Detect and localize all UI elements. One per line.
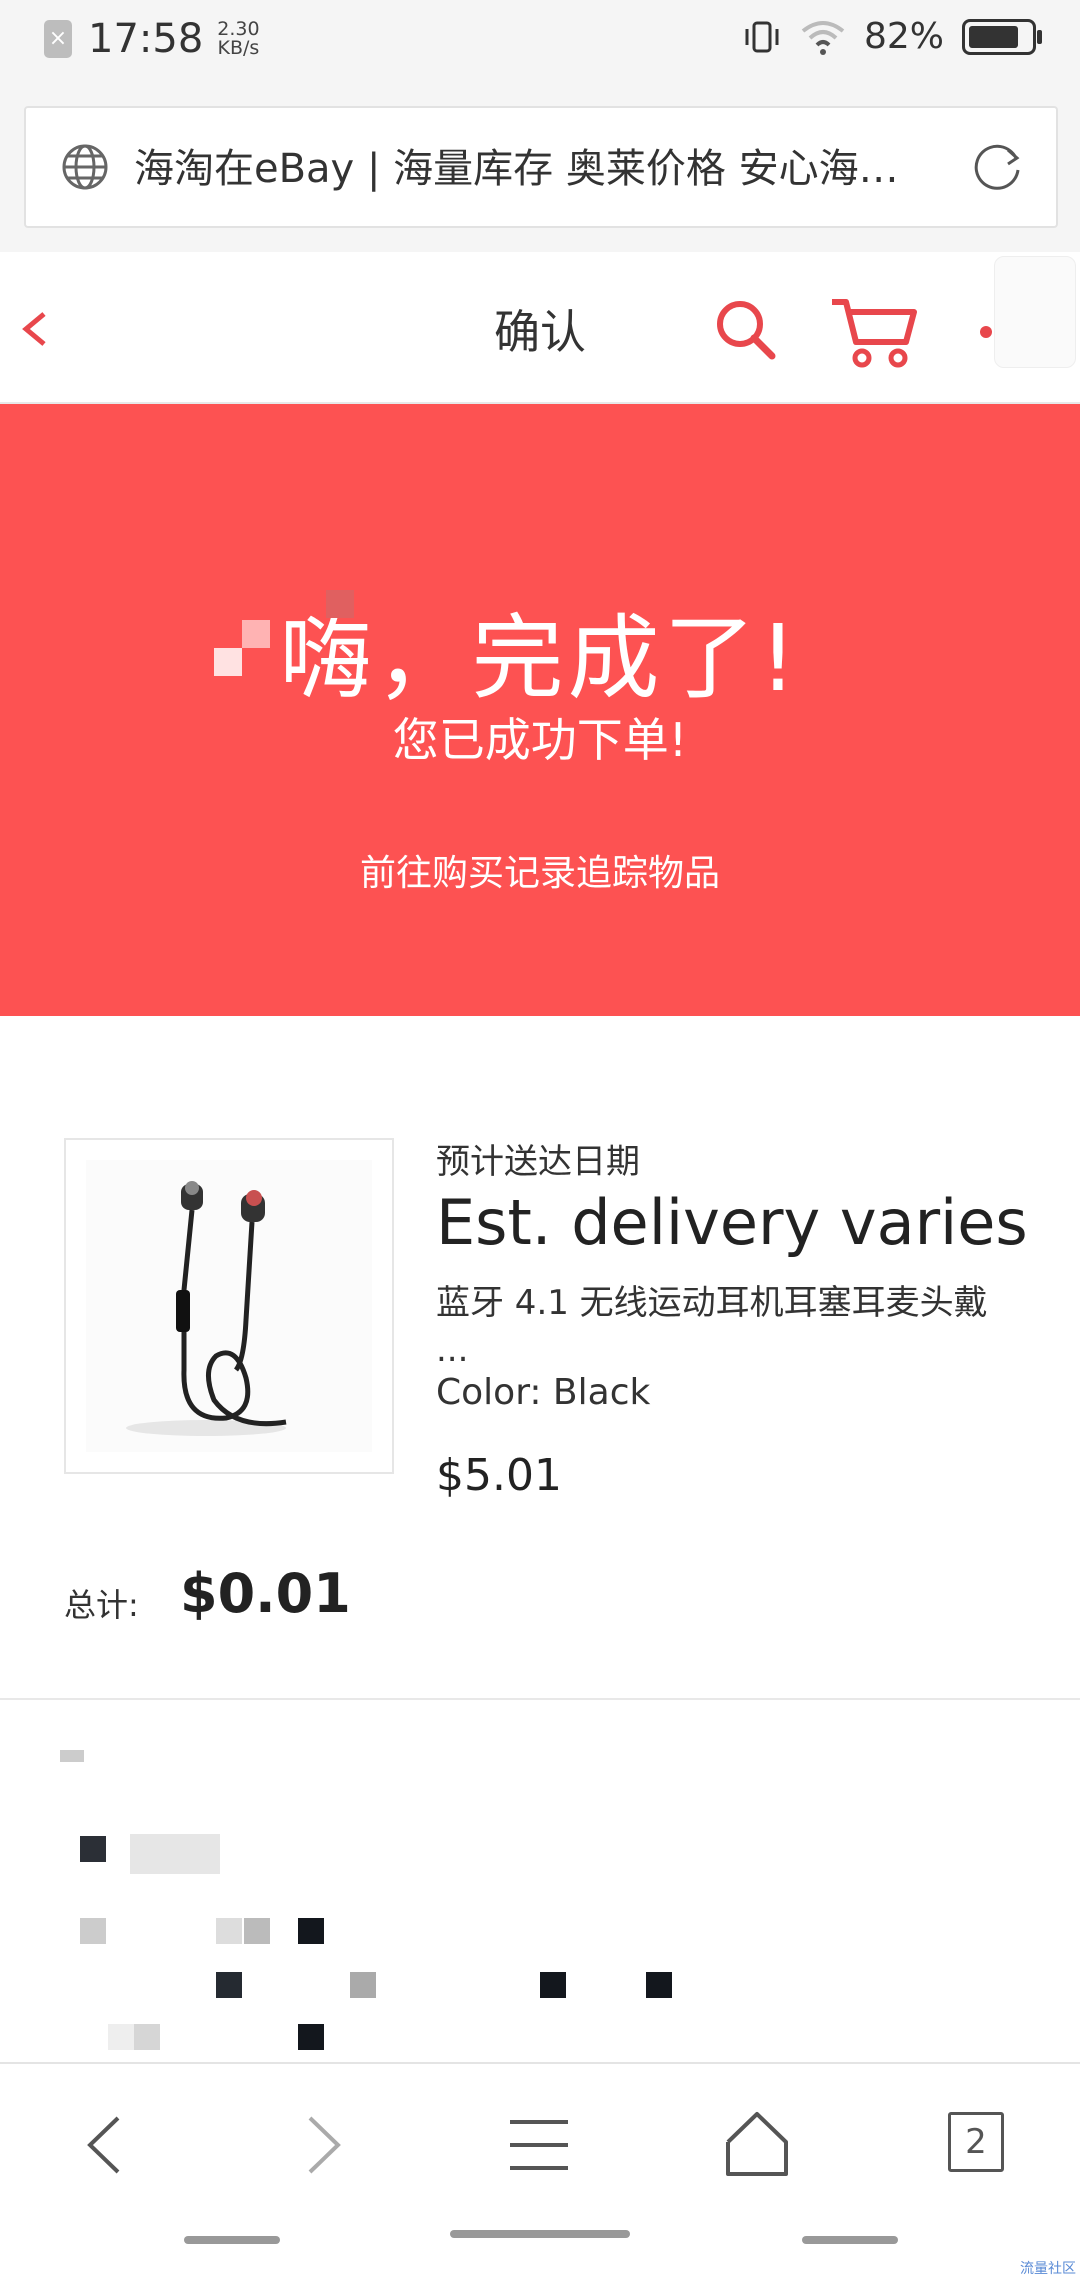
hero-title: 嗨，完成了!	[279, 605, 801, 712]
cart-icon[interactable]	[828, 296, 918, 368]
status-right: 82%	[742, 16, 1042, 57]
network-speed: 2.30 KB/s	[217, 20, 259, 58]
menu-icon[interactable]	[494, 2100, 584, 2190]
browser-nav-bar: 2	[0, 2062, 1080, 2282]
home-icon[interactable]	[712, 2100, 802, 2190]
product-title[interactable]: 蓝牙 4.1 无线运动耳机耳塞耳麦头戴	[436, 1280, 1036, 1326]
nav-back-icon[interactable]	[60, 2100, 150, 2190]
browser-bar: 海淘在eBay | 海量库存 奥莱价格 安心海…	[0, 90, 1080, 252]
total-label: 总计:	[64, 1586, 139, 1624]
product-title-ellipsis: ...	[436, 1330, 469, 1370]
redaction-mosaic	[214, 590, 354, 700]
no-sim-icon: ×	[44, 20, 72, 58]
globe-icon	[62, 144, 108, 190]
purchase-history-link[interactable]: 前往购买记录追踪物品	[0, 844, 1080, 896]
tabs-button[interactable]: 2	[948, 2112, 1004, 2172]
page-title-url[interactable]: 海淘在eBay | 海量库存 奥莱价格 安心海…	[134, 136, 944, 194]
battery-icon	[962, 18, 1042, 55]
address-bar[interactable]: 海淘在eBay | 海量库存 奥莱价格 安心海…	[24, 106, 1058, 228]
scroll-handle[interactable]	[994, 256, 1076, 368]
status-left: × 17:58 2.30 KB/s	[44, 16, 260, 62]
search-icon[interactable]	[712, 296, 778, 362]
section-divider	[0, 1698, 1080, 1700]
vibrate-icon	[745, 21, 779, 52]
app-header: 确认	[0, 252, 1080, 404]
delivery-value: Est. delivery varies	[436, 1186, 1028, 1259]
total-value: $0.01	[180, 1562, 351, 1625]
nav-forward-icon[interactable]	[278, 2100, 368, 2190]
product-price: $5.01	[436, 1450, 562, 1501]
status-bar: × 17:58 2.30 KB/s 82%	[0, 0, 1080, 90]
product-color: Color: Black	[436, 1372, 651, 1413]
gesture-bar-center[interactable]	[450, 2230, 630, 2238]
status-time: 17:58	[88, 16, 204, 62]
hero-subtitle: 您已成功下单!	[392, 713, 688, 767]
gesture-bar-left	[184, 2236, 280, 2244]
battery-percent: 82%	[863, 16, 944, 57]
product-image[interactable]	[64, 1138, 394, 1474]
gesture-bar-right	[802, 2236, 898, 2244]
earphones-image	[86, 1160, 372, 1452]
wifi-icon	[801, 20, 845, 55]
network-speed-unit: KB/s	[217, 37, 260, 59]
redacted-shipping-address	[60, 1750, 760, 2070]
watermark: 流量社区	[1020, 2261, 1076, 2277]
refresh-icon[interactable]	[970, 138, 1026, 194]
delivery-label: 预计送达日期	[436, 1142, 640, 1182]
page-title: 确认	[494, 305, 586, 359]
confirmation-banner: 嗨，完成了! 您已成功下单! 前往购买记录追踪物品	[0, 404, 1080, 1016]
battery-fill	[969, 25, 1019, 48]
